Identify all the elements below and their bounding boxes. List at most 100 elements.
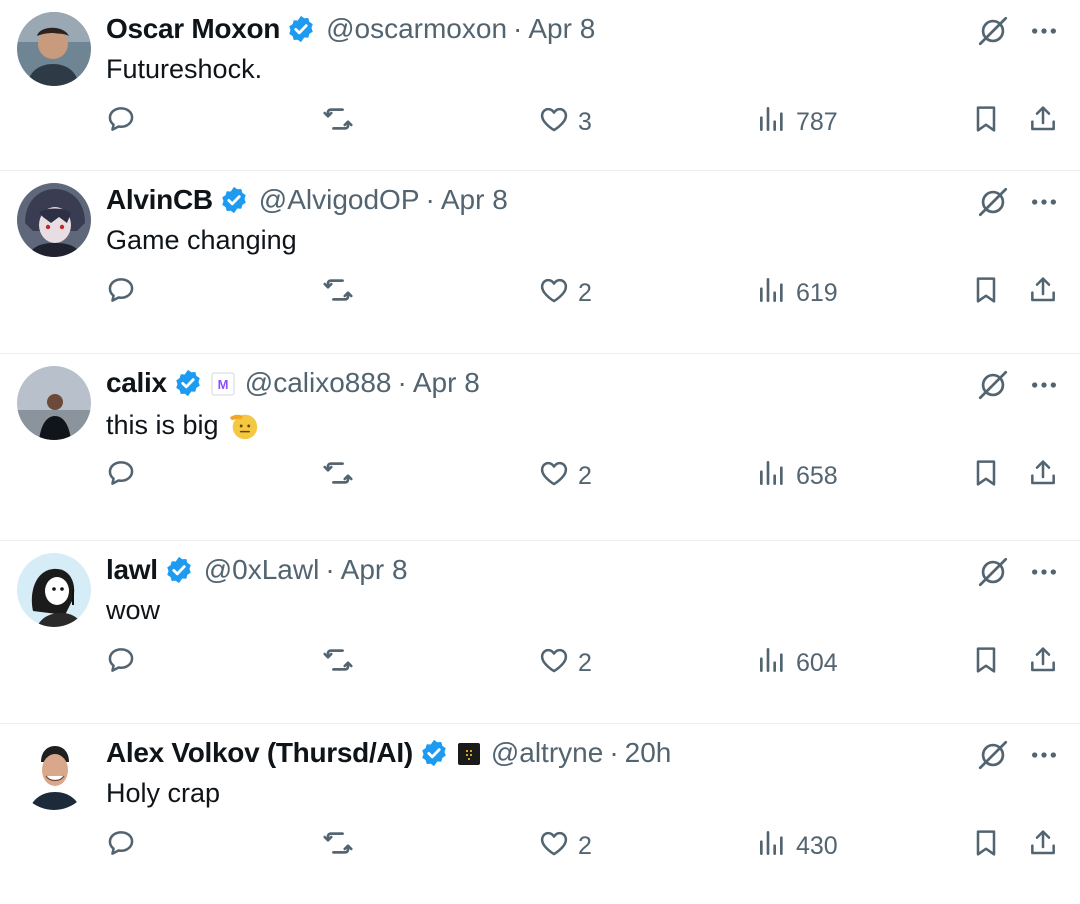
grok-icon[interactable] [976, 14, 1010, 48]
tweet-reply[interactable]: Oscar Moxon @oscarmoxon · Apr 8 Futureshock.… [0, 0, 1080, 171]
dark-square-badge-icon[interactable] [457, 741, 481, 765]
display-name[interactable]: Alex Volkov (Thursd/AI) [106, 737, 413, 769]
separator-dot: · [513, 13, 523, 44]
grok-icon[interactable] [976, 368, 1010, 402]
share-button[interactable] [1027, 273, 1059, 313]
retweet-icon [322, 274, 354, 313]
retweet-button[interactable] [322, 643, 354, 683]
verified-badge-icon[interactable] [173, 368, 203, 398]
display-name[interactable]: calix [106, 367, 167, 399]
reply-button[interactable] [105, 826, 137, 866]
verified-badge-icon[interactable] [219, 185, 249, 215]
view-count: 430 [796, 831, 838, 860]
reply-button[interactable] [105, 456, 137, 496]
tweet-text-content: Futureshock. [106, 54, 263, 84]
more-icon[interactable] [1028, 368, 1060, 402]
share-button[interactable] [1027, 643, 1059, 683]
share-button[interactable] [1027, 826, 1059, 866]
tweet-text-content: wow [106, 595, 161, 625]
reply-button[interactable] [105, 273, 137, 313]
bookmark-button[interactable] [970, 102, 1002, 142]
bookmark-button[interactable] [970, 273, 1002, 313]
more-icon[interactable] [1028, 14, 1060, 48]
views-button[interactable]: 658 [756, 456, 838, 496]
avatar[interactable] [17, 183, 91, 257]
display-name[interactable]: Oscar Moxon [106, 13, 280, 45]
tweet-reply[interactable]: lawl @0xLawl · Apr 8 wow 2 604 [0, 541, 1080, 724]
share-button[interactable] [1027, 456, 1059, 496]
verified-badge-icon[interactable] [286, 14, 316, 44]
like-button[interactable]: 2 [538, 643, 592, 683]
grok-icon[interactable] [976, 555, 1010, 589]
bookmark-icon [970, 827, 1002, 866]
bookmark-icon [970, 274, 1002, 313]
heart-icon [538, 103, 570, 142]
views-button[interactable]: 787 [756, 102, 838, 142]
separator-dot: · [425, 184, 435, 215]
separator-dot: · [397, 367, 407, 398]
timestamp[interactable]: 20h [625, 737, 672, 769]
timestamp[interactable]: Apr 8 [413, 367, 480, 399]
bookmark-icon [970, 103, 1002, 142]
views-icon [756, 457, 788, 496]
user-handle[interactable]: @AlvigodOP [259, 184, 420, 216]
separator-dot: · [325, 554, 335, 585]
grok-icon[interactable] [976, 738, 1010, 772]
timestamp[interactable]: Apr 8 [441, 184, 508, 216]
verified-badge-icon[interactable] [164, 555, 194, 585]
tweet-reply[interactable]: calix M @calixo888 · Apr 8 this is big 2 658 [0, 354, 1080, 541]
user-handle[interactable]: @calixo888 [245, 367, 392, 399]
avatar[interactable] [17, 736, 91, 810]
view-count: 658 [796, 461, 838, 490]
avatar[interactable] [17, 366, 91, 440]
timestamp[interactable]: Apr 8 [341, 554, 408, 586]
m-badge-icon[interactable]: M [211, 371, 235, 396]
retweet-button[interactable] [322, 826, 354, 866]
verified-badge-icon[interactable] [419, 738, 449, 768]
bookmark-button[interactable] [970, 643, 1002, 683]
views-button[interactable]: 619 [756, 273, 838, 313]
reply-button[interactable] [105, 102, 137, 142]
retweet-button[interactable] [322, 102, 354, 142]
like-button[interactable]: 2 [538, 826, 592, 866]
like-count: 3 [578, 107, 592, 136]
timestamp[interactable]: Apr 8 [528, 13, 595, 45]
more-icon[interactable] [1028, 555, 1060, 589]
heart-icon [538, 457, 570, 496]
view-count: 619 [796, 278, 838, 307]
reply-icon [105, 274, 137, 313]
user-handle[interactable]: @0xLawl [204, 554, 320, 586]
share-icon [1027, 644, 1059, 683]
tweet-reply[interactable]: AlvinCB @AlvigodOP · Apr 8 Game changing 2 619 [0, 171, 1080, 354]
tweet-header: Alex Volkov (Thursd/AI) @altryne · 20h [106, 736, 671, 770]
heart-icon [538, 827, 570, 866]
more-icon[interactable] [1028, 738, 1060, 772]
like-button[interactable]: 3 [538, 102, 592, 142]
display-name[interactable]: AlvinCB [106, 184, 213, 216]
user-handle[interactable]: @altryne [491, 737, 603, 769]
avatar[interactable] [17, 12, 91, 86]
saluting-face-emoji [227, 408, 261, 442]
like-count: 2 [578, 461, 592, 490]
views-button[interactable]: 430 [756, 826, 838, 866]
bookmark-icon [970, 644, 1002, 683]
avatar[interactable] [17, 553, 91, 627]
retweet-button[interactable] [322, 273, 354, 313]
grok-icon[interactable] [976, 185, 1010, 219]
share-button[interactable] [1027, 102, 1059, 142]
user-handle[interactable]: @oscarmoxon [326, 13, 507, 45]
reply-button[interactable] [105, 643, 137, 683]
display-name[interactable]: lawl [106, 554, 158, 586]
tweet-reply[interactable]: Alex Volkov (Thursd/AI) @altryne · 20h Holy … [0, 724, 1080, 904]
bookmark-button[interactable] [970, 456, 1002, 496]
like-count: 2 [578, 831, 592, 860]
more-icon[interactable] [1028, 185, 1060, 219]
tweet-text-content: Holy crap [106, 778, 221, 808]
like-button[interactable]: 2 [538, 273, 592, 313]
share-icon [1027, 827, 1059, 866]
like-button[interactable]: 2 [538, 456, 592, 496]
views-button[interactable]: 604 [756, 643, 838, 683]
bookmark-button[interactable] [970, 826, 1002, 866]
retweet-button[interactable] [322, 456, 354, 496]
reply-icon [105, 644, 137, 683]
